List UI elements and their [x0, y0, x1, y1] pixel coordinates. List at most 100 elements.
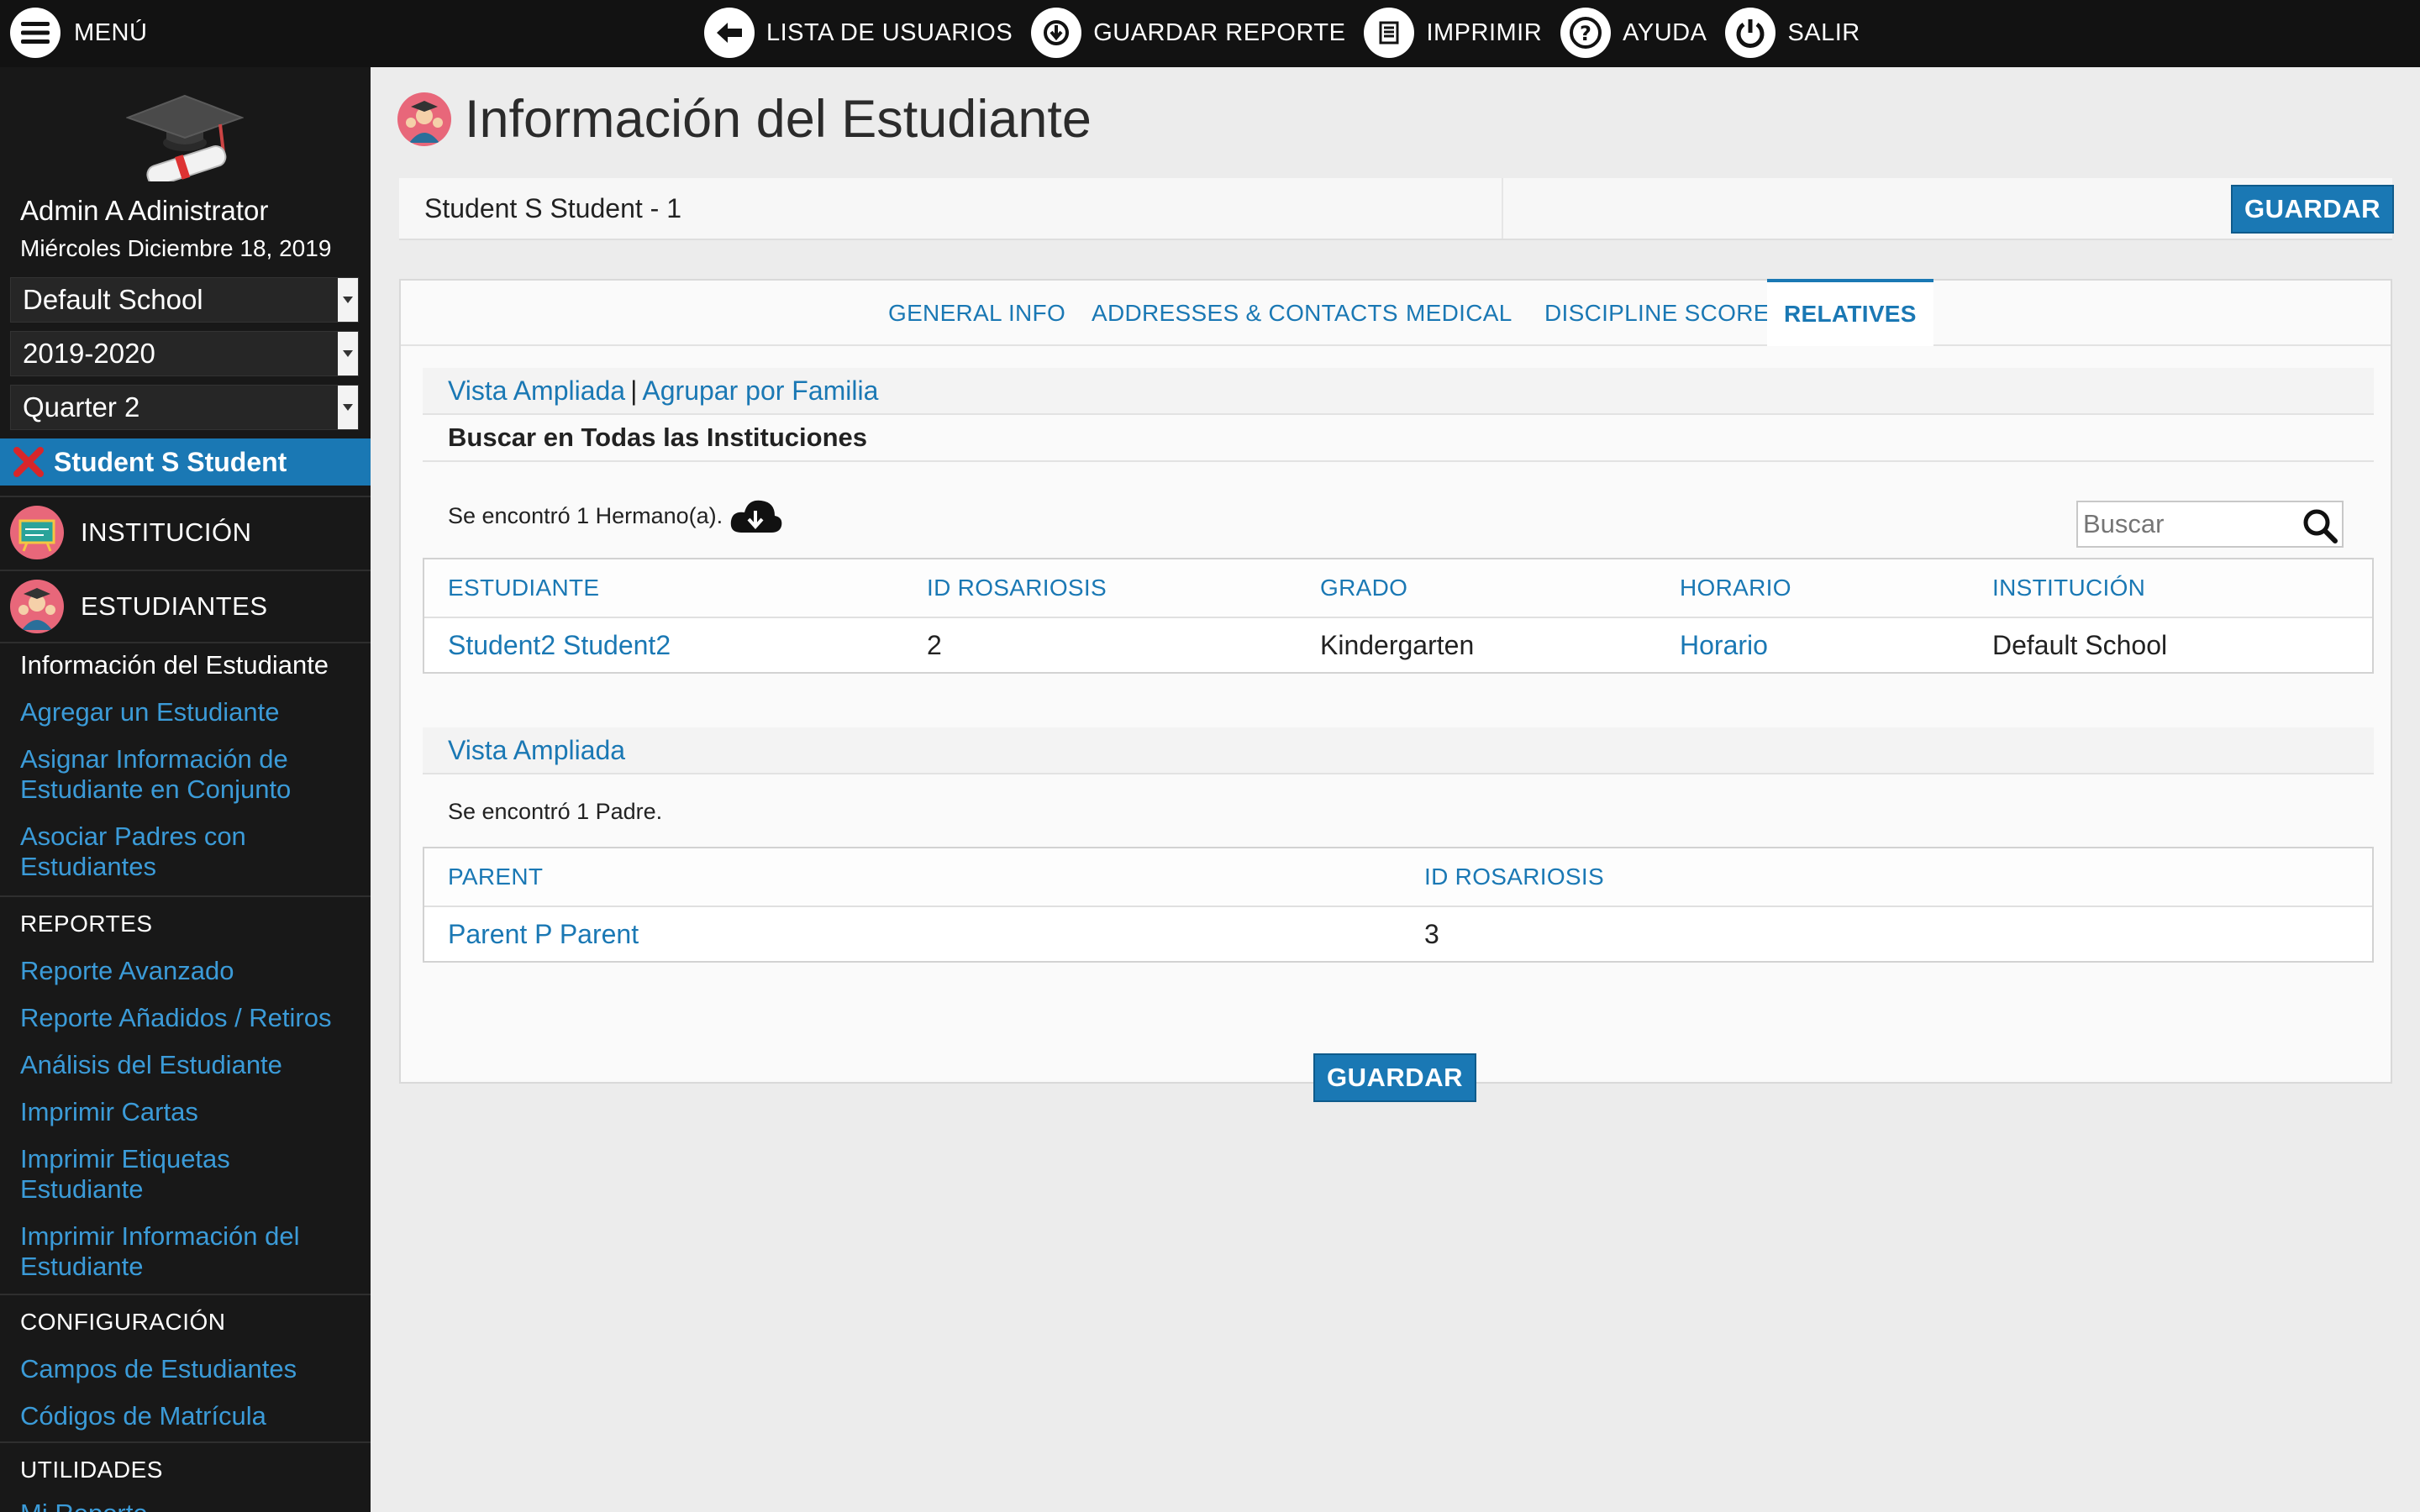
graduation-cap-logo	[125, 72, 245, 190]
help-button[interactable]: ? AYUDA	[1560, 8, 1707, 58]
tab-relatives[interactable]: RELATIVES	[1767, 279, 1933, 346]
sibling-school: Default School	[1992, 629, 2168, 660]
student-header-bar: Student S Student - 1 GUARDAR	[399, 178, 2394, 240]
tab-medical[interactable]: MEDICAL	[1406, 281, 1512, 346]
current-student-name: Student S Student	[54, 446, 287, 477]
column-header[interactable]: HORARIO	[1680, 559, 1791, 617]
search-all-schools-link[interactable]: Buscar en Todas las Instituciones	[423, 415, 2374, 462]
save-button[interactable]: GUARDAR	[2231, 185, 2394, 234]
column-header[interactable]: INSTITUCIÓN	[1992, 559, 2145, 617]
menu-category-label: ESTUDIANTES	[81, 591, 268, 621]
school-select[interactable]: Default School	[10, 277, 359, 323]
period-select[interactable]: Quarter 2	[10, 385, 359, 430]
sidebar-item-student-info[interactable]: Información del Estudiante	[20, 650, 356, 680]
close-icon[interactable]	[12, 445, 45, 479]
svg-text:?: ?	[1580, 22, 1591, 45]
menu-button[interactable]: MENÚ	[10, 7, 147, 59]
parents-found-text: Se encontró 1 Padre.	[448, 798, 663, 824]
link-separator: |	[630, 375, 638, 406]
chalkboard-icon	[10, 506, 64, 559]
sidebar-item-student-fields[interactable]: Campos de Estudiantes	[20, 1354, 356, 1384]
chevron-down-icon	[338, 278, 358, 322]
students-icon	[10, 580, 64, 633]
column-header[interactable]: ID ROSARIOSIS	[927, 559, 1107, 617]
sidebar: Admin A Adinistrator Miércoles Diciembre…	[0, 67, 371, 1512]
group-by-family-link[interactable]: Agrupar por Familia	[642, 375, 878, 407]
sibling-name-link[interactable]: Student2 Student2	[448, 618, 671, 672]
logout-label: SALIR	[1787, 18, 1860, 46]
sidebar-section-configuracion: CONFIGURACIÓN	[20, 1309, 226, 1335]
hamburger-menu-icon	[10, 8, 60, 58]
sidebar-item-enrollment-codes[interactable]: Códigos de Matrícula	[20, 1401, 356, 1431]
sidebar-item-adds-drops-report[interactable]: Reporte Añadidos / Retiros	[20, 1003, 356, 1033]
power-icon	[1725, 8, 1776, 58]
save-report-button[interactable]: GUARDAR REPORTE	[1031, 8, 1345, 58]
school-select-value: Default School	[23, 284, 203, 315]
parent-name-link[interactable]: Parent P Parent	[448, 907, 639, 961]
user-list-button[interactable]: LISTA DE USUARIOS	[704, 8, 1013, 58]
column-header[interactable]: PARENT	[448, 848, 543, 906]
sidebar-item-add-student[interactable]: Agregar un Estudiante	[20, 697, 356, 727]
column-header[interactable]: GRADO	[1320, 559, 1407, 617]
search-field[interactable]	[2076, 501, 2344, 548]
tab-general-info[interactable]: GENERAL INFO	[888, 281, 1065, 346]
sidebar-divider	[0, 895, 371, 897]
top-bar: MENÚ LISTA DE USUARIOS GUARDAR REPORTE I…	[0, 0, 2420, 67]
parents-table: PARENT ID ROSARIOSIS Parent P Parent 3	[423, 847, 2374, 963]
sidebar-section-reportes: REPORTES	[20, 911, 153, 937]
main-content: Información del Estudiante Student S Stu…	[371, 67, 2420, 1512]
divider	[1502, 178, 1503, 239]
expanded-view-link[interactable]: Vista Ampliada	[448, 375, 625, 407]
page-header: Información del Estudiante	[397, 89, 1092, 150]
column-header[interactable]: ESTUDIANTE	[448, 559, 599, 617]
sidebar-item-mass-assign[interactable]: Asignar Información de Estudiante en Con…	[20, 744, 356, 805]
column-header[interactable]: ID ROSARIOSIS	[1424, 848, 1604, 906]
cloud-download-icon[interactable]	[728, 496, 783, 536]
page-title: Información del Estudiante	[465, 90, 1092, 149]
sidebar-item-student-analysis[interactable]: Análisis del Estudiante	[20, 1050, 356, 1080]
chevron-down-icon	[338, 332, 358, 375]
table-row: Parent P Parent 3	[424, 907, 2372, 961]
sibling-id: 2	[927, 629, 942, 660]
logout-button[interactable]: SALIR	[1725, 8, 1860, 58]
table-header: PARENT ID ROSARIOSIS	[424, 848, 2372, 907]
sidebar-item-my-report[interactable]: Mi Reporte	[20, 1499, 356, 1512]
sidebar-divider	[0, 642, 371, 643]
bottom-save-button[interactable]: GUARDAR	[1313, 1053, 1476, 1102]
print-label: IMPRIMIR	[1426, 18, 1543, 46]
sidebar-item-print-labels[interactable]: Imprimir Etiquetas Estudiante	[20, 1144, 356, 1205]
menu-category-institucion[interactable]: INSTITUCIÓN	[0, 496, 371, 568]
user-name: Admin A Adinistrator	[20, 195, 269, 226]
menu-category-estudiantes[interactable]: ESTUDIANTES	[0, 570, 371, 642]
sidebar-item-associate-parents[interactable]: Asociar Padres con Estudiantes	[20, 822, 356, 882]
sidebar-item-print-letters[interactable]: Imprimir Cartas	[20, 1097, 356, 1127]
tab-bar: GENERAL INFO ADDRESSES & CONTACTS MEDICA…	[401, 279, 2391, 346]
parents-links-bar: Vista Ampliada	[423, 727, 2374, 774]
help-label: AYUDA	[1623, 18, 1707, 46]
search-icon[interactable]	[2300, 506, 2340, 546]
siblings-table: ESTUDIANTE ID ROSARIOSIS GRADO HORARIO I…	[423, 558, 2374, 674]
current-student-bar[interactable]: Student S Student	[0, 438, 371, 486]
sidebar-item-advanced-report[interactable]: Reporte Avanzado	[20, 956, 356, 986]
expanded-view-link[interactable]: Vista Ampliada	[448, 735, 625, 766]
sidebar-divider	[0, 1441, 371, 1443]
table-row: Student2 Student2 2 Kindergarten Horario…	[424, 618, 2372, 672]
user-list-label: LISTA DE USUARIOS	[766, 18, 1013, 46]
arrow-left-icon	[704, 8, 755, 58]
tab-discipline-score[interactable]: DISCIPLINE SCORE	[1544, 281, 1770, 346]
sidebar-item-print-student-info[interactable]: Imprimir Información del Estudiante	[20, 1221, 356, 1282]
student-label: Student S Student - 1	[424, 193, 681, 223]
siblings-found-text: Se encontró 1 Hermano(a).	[448, 492, 783, 539]
table-header: ESTUDIANTE ID ROSARIOSIS GRADO HORARIO I…	[424, 559, 2372, 618]
print-button[interactable]: IMPRIMIR	[1364, 8, 1542, 58]
search-input[interactable]	[2078, 504, 2288, 544]
menu-category-label: INSTITUCIÓN	[81, 517, 252, 547]
tab-addresses-contacts[interactable]: ADDRESSES & CONTACTS	[1092, 281, 1398, 346]
save-report-label: GUARDAR REPORTE	[1093, 18, 1346, 46]
schedule-link[interactable]: Horario	[1680, 618, 1768, 672]
menu-label: MENÚ	[74, 18, 148, 46]
chevron-down-icon	[338, 386, 358, 429]
school-year-select[interactable]: 2019-2020	[10, 331, 359, 376]
top-actions: LISTA DE USUARIOS GUARDAR REPORTE IMPRIM…	[704, 7, 1879, 59]
download-icon	[1031, 8, 1082, 58]
